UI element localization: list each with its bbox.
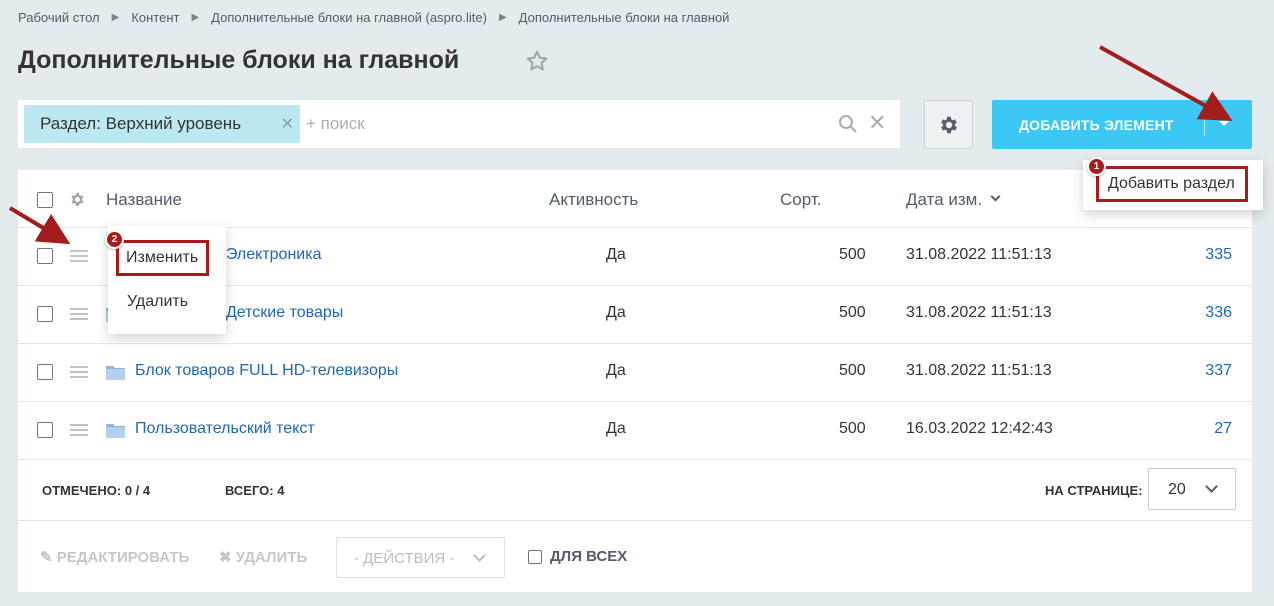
delete-button-label: УДАЛИТЬ [235, 549, 308, 566]
table-row[interactable]: Пользовательский текст Да 500 16.03.2022… [18, 402, 1252, 460]
filter-tag[interactable]: Раздел: Верхний уровень ✕ [24, 105, 300, 143]
folder-icon [106, 424, 125, 438]
column-active[interactable]: Активность [549, 190, 638, 210]
add-element-label: ДОБАВИТЬ ЭЛЕМЕНТ [1019, 117, 1174, 133]
row-id-link[interactable]: 336 [1205, 304, 1232, 322]
breadcrumb-item[interactable]: Дополнительные блоки на главной (aspro.l… [211, 10, 487, 25]
row-id-link[interactable]: 337 [1205, 362, 1232, 380]
filter-search-bar[interactable]: Раздел: Верхний уровень ✕ + поиск ✕ [18, 100, 900, 148]
clear-icon[interactable]: ✕ [868, 112, 886, 134]
edit-button-label: РЕДАКТИРОВАТЬ [56, 549, 190, 566]
table-row[interactable]: Блок товаров FULL HD-телевизоры Да 500 3… [18, 344, 1252, 402]
dropdown-caret-icon[interactable] [1219, 121, 1229, 126]
context-menu-edit[interactable]: Изменить [116, 240, 209, 276]
row-date: 31.08.2022 11:51:13 [906, 362, 1052, 379]
folder-icon [106, 366, 125, 380]
row-sort: 500 [839, 420, 866, 437]
row-active: Да [606, 420, 626, 437]
per-page-label: НА СТРАНИЦЕ: [1045, 483, 1143, 498]
total-value: 4 [277, 483, 285, 498]
per-page-select[interactable]: 20 [1148, 468, 1236, 510]
row-context-menu: Изменить Удалить [108, 226, 226, 334]
row-id-link[interactable]: 335 [1205, 246, 1232, 264]
table-footer: ОТМЕЧЕНО: 0 / 4 ВСЕГО: 4 НА СТРАНИЦЕ: 20 [18, 460, 1252, 520]
select-all-checkbox[interactable] [37, 192, 53, 208]
items-table: Название Активность Сорт. Дата изм. в Эл… [18, 170, 1252, 520]
favorite-star-icon[interactable] [524, 48, 550, 74]
row-menu-icon[interactable] [70, 308, 88, 320]
delete-button[interactable]: ✖ УДАЛИТЬ [219, 548, 307, 566]
add-section-item[interactable]: Добавить раздел [1096, 166, 1248, 202]
actions-select-value: - ДЕЙСТВИЯ - [354, 550, 455, 567]
for-all-label: ДЛЯ ВСЕХ [550, 548, 628, 565]
page-title: Дополнительные блоки на главной [18, 46, 460, 74]
group-actions-bar: ✎ РЕДАКТИРОВАТЬ ✖ УДАЛИТЬ - ДЕЙСТВИЯ - Д… [18, 520, 1252, 592]
row-checkbox[interactable] [37, 306, 53, 322]
row-sort: 500 [839, 304, 866, 321]
selected-value: 0 / 4 [124, 483, 151, 498]
context-menu-delete[interactable]: Удалить [127, 293, 188, 311]
row-date: 31.08.2022 11:51:13 [906, 246, 1052, 263]
search-icon[interactable] [838, 114, 858, 134]
row-menu-icon[interactable] [70, 424, 88, 436]
delete-x-icon: ✖ [219, 549, 232, 566]
table-header: Название Активность Сорт. Дата изм. [18, 170, 1252, 228]
row-sort: 500 [839, 362, 866, 379]
row-checkbox[interactable] [37, 364, 53, 380]
row-name-link[interactable]: в Электроника [213, 246, 321, 264]
row-name-link[interactable]: Пользовательский текст [135, 420, 315, 438]
search-input[interactable]: + поиск [306, 114, 365, 134]
remove-tag-icon[interactable]: ✕ [281, 114, 294, 134]
for-all-checkbox[interactable] [528, 549, 542, 564]
row-checkbox[interactable] [37, 422, 53, 438]
column-settings-gear-icon[interactable] [69, 191, 86, 208]
column-name[interactable]: Название [106, 190, 182, 210]
row-active: Да [606, 304, 626, 321]
step-badge: 1 [1087, 157, 1106, 176]
breadcrumb-item[interactable]: Рабочий стол [18, 10, 100, 25]
button-divider [1204, 113, 1205, 136]
row-date: 16.03.2022 12:42:43 [906, 420, 1053, 437]
gear-icon [940, 116, 957, 133]
breadcrumb-item[interactable]: Дополнительные блоки на главной [519, 10, 730, 25]
for-all-toggle[interactable]: ДЛЯ ВСЕХ [528, 548, 627, 565]
row-name-link[interactable]: Блок товаров FULL HD-телевизоры [135, 362, 398, 380]
breadcrumb-item[interactable]: Контент [131, 10, 179, 25]
row-name-link[interactable]: в Детские товары [213, 304, 343, 322]
breadcrumb: Рабочий стол ▶ Контент ▶ Дополнительные … [18, 10, 729, 25]
chevron-down-icon [473, 549, 486, 562]
add-section-label: Добавить раздел [1108, 175, 1235, 192]
row-active: Да [606, 246, 626, 263]
context-menu-edit-label: Изменить [126, 249, 199, 266]
row-menu-icon[interactable] [70, 366, 88, 378]
column-sort[interactable]: Сорт. [780, 190, 821, 210]
pencil-icon: ✎ [40, 549, 53, 566]
total-count: ВСЕГО: 4 [225, 483, 284, 498]
selected-label: ОТМЕЧЕНО: [42, 483, 122, 498]
edit-button[interactable]: ✎ РЕДАКТИРОВАТЬ [40, 548, 189, 566]
row-date: 31.08.2022 11:51:13 [906, 304, 1052, 321]
row-checkbox[interactable] [37, 248, 53, 264]
actions-select[interactable]: - ДЕЙСТВИЯ - [336, 537, 505, 578]
per-page-value: 20 [1168, 481, 1186, 498]
breadcrumb-separator-icon: ▶ [498, 12, 507, 23]
add-dropdown-menu: Добавить раздел [1083, 160, 1263, 210]
sort-chevron-icon[interactable] [990, 191, 1001, 202]
total-label: ВСЕГО: [225, 483, 274, 498]
filter-tag-label: Раздел: Верхний уровень [40, 114, 242, 133]
row-active: Да [606, 362, 626, 379]
step-badge: 2 [105, 230, 124, 249]
selected-count: ОТМЕЧЕНО: 0 / 4 [42, 483, 150, 498]
breadcrumb-separator-icon: ▶ [111, 12, 120, 23]
row-menu-icon[interactable] [70, 250, 88, 262]
settings-button[interactable] [924, 100, 973, 149]
breadcrumb-separator-icon: ▶ [191, 12, 200, 23]
row-sort: 500 [839, 246, 866, 263]
chevron-down-icon [1205, 480, 1218, 493]
add-element-button[interactable]: ДОБАВИТЬ ЭЛЕМЕНТ [992, 100, 1252, 149]
row-id-link[interactable]: 27 [1214, 420, 1232, 438]
column-date[interactable]: Дата изм. [906, 190, 982, 210]
